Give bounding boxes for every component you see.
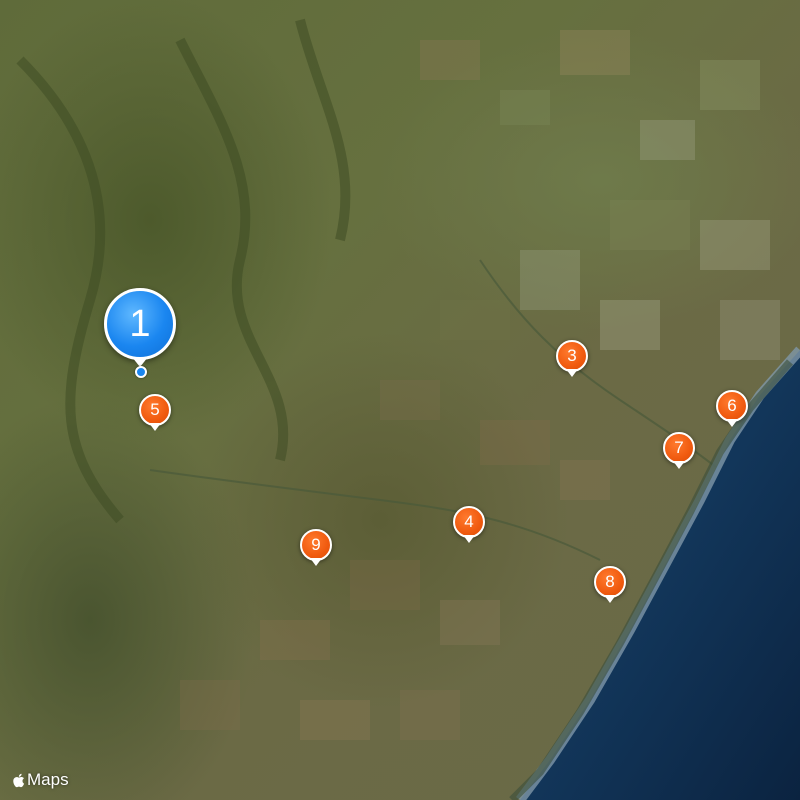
map-marker-6[interactable]: 6 [716, 390, 748, 428]
location-dot-icon [135, 366, 147, 378]
marker-label: 1 [129, 302, 151, 345]
marker-label: 9 [311, 535, 321, 554]
location-pin-icon[interactable]: 7 [663, 432, 695, 464]
map-marker-3[interactable]: 3 [556, 340, 588, 378]
pin-tail [673, 461, 685, 469]
map-canvas[interactable]: 1 3 4 5 6 7 8 9 Maps [0, 0, 800, 800]
pin-tail [726, 419, 738, 427]
marker-label: 8 [605, 572, 615, 591]
location-pin-icon[interactable]: 1 [104, 288, 176, 360]
apple-logo-icon [13, 773, 25, 787]
location-pin-icon[interactable]: 3 [556, 340, 588, 372]
pin-tail [310, 558, 322, 566]
location-pin-icon[interactable]: 6 [716, 390, 748, 422]
map-marker-9[interactable]: 9 [300, 529, 332, 567]
map-marker-7[interactable]: 7 [663, 432, 695, 470]
location-pin-icon[interactable]: 9 [300, 529, 332, 561]
marker-label: 3 [567, 346, 577, 365]
marker-label: 6 [727, 396, 737, 415]
map-marker-5[interactable]: 5 [139, 394, 171, 432]
marker-label: 7 [674, 438, 684, 457]
pin-tail [149, 423, 161, 431]
map-marker-8[interactable]: 8 [594, 566, 626, 604]
location-pin-icon[interactable]: 8 [594, 566, 626, 598]
pin-tail [604, 595, 616, 603]
marker-label: 5 [150, 400, 160, 419]
marker-label: 4 [464, 512, 474, 531]
pin-tail [566, 369, 578, 377]
location-pin-icon[interactable]: 5 [139, 394, 171, 426]
maps-attribution[interactable]: Maps [12, 770, 69, 790]
sea-area [509, 346, 800, 800]
pin-tail [463, 535, 475, 543]
attribution-text: Maps [27, 770, 69, 789]
map-marker-4[interactable]: 4 [453, 506, 485, 544]
location-pin-icon[interactable]: 4 [453, 506, 485, 538]
